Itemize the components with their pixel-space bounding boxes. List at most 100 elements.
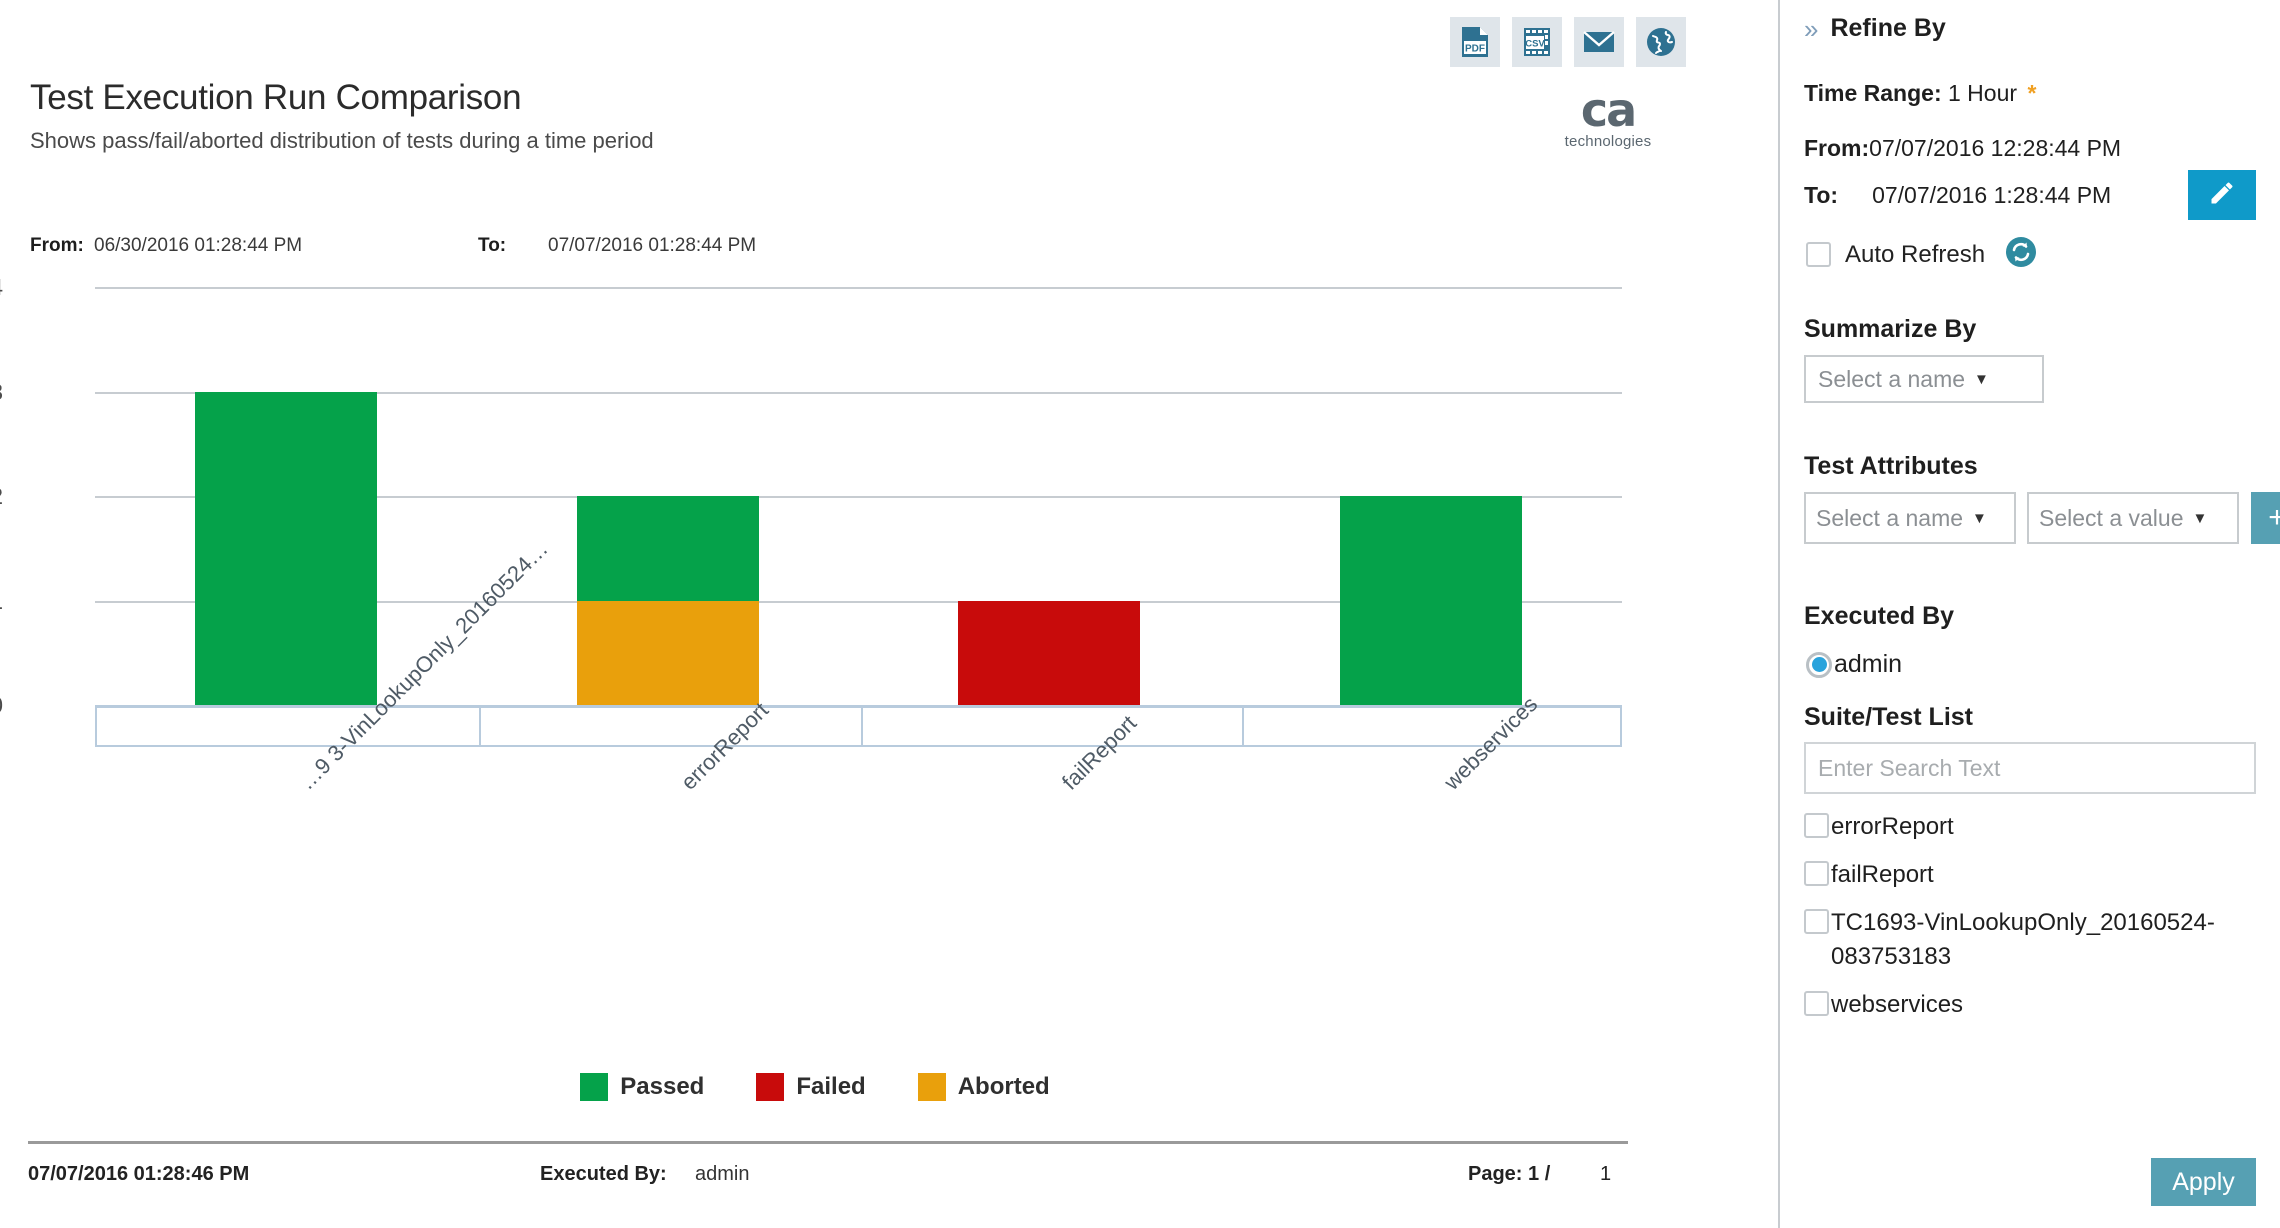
test-attributes-label: Test Attributes bbox=[1804, 452, 1978, 480]
time-range-label: Time Range: bbox=[1804, 80, 1942, 106]
suite-list-item[interactable]: webservices bbox=[1804, 988, 2264, 1022]
executed-by-value: admin bbox=[1834, 650, 1903, 678]
suite-item-checkbox[interactable] bbox=[1804, 861, 1829, 886]
chart-bar-segment-passed[interactable] bbox=[1340, 496, 1523, 705]
chevron-down-icon: ▼ bbox=[1974, 370, 1989, 388]
legend-item: Failed bbox=[756, 1073, 866, 1101]
chart-bar-segment-aborted[interactable] bbox=[576, 600, 759, 705]
legend-label: Aborted bbox=[957, 1073, 1050, 1100]
chart-y-tick-label: 1 bbox=[0, 588, 3, 615]
suite-test-list: errorReport failReport TC1693-VinLookupOnl… bbox=[1804, 810, 2264, 1036]
export-pdf-button[interactable]: PDF bbox=[1450, 17, 1500, 67]
legend-label: Failed bbox=[796, 1073, 866, 1100]
chart-y-tick-label: 4 bbox=[0, 274, 3, 301]
svg-text:PDF: PDF bbox=[1465, 44, 1485, 55]
legend-swatch bbox=[756, 1073, 785, 1101]
page-subtitle: Shows pass/fail/aborted distribution of … bbox=[30, 128, 654, 153]
footer-timestamp: 07/07/2016 01:28:46 PM bbox=[28, 1163, 250, 1185]
footer-page-label: Page: 1 / bbox=[1468, 1163, 1551, 1185]
bar-chart: 01234 …9 3-VinLookupOnly_20160524…errorR… bbox=[0, 272, 1700, 1072]
refine-by-header[interactable]: » Refine By bbox=[1804, 14, 1946, 43]
executed-by-option[interactable]: admin bbox=[1806, 650, 1902, 679]
chevron-double-right-icon[interactable]: » bbox=[1804, 16, 1818, 42]
export-toolbar: PDF CSV bbox=[1450, 17, 1686, 67]
test-attribute-value-select[interactable]: Select a value ▼ bbox=[2027, 492, 2239, 544]
sidebar-to-row: To: 07/07/2016 1:28:44 PM bbox=[1804, 182, 2111, 209]
chart-x-separator bbox=[860, 708, 863, 745]
chart-x-axis bbox=[95, 705, 1622, 747]
range-to-label: To: bbox=[478, 235, 507, 256]
chart-bar[interactable] bbox=[194, 391, 377, 705]
time-range-value: 1 Hour bbox=[1948, 80, 2018, 106]
footer-page-total: 1 bbox=[1600, 1163, 1612, 1185]
auto-refresh-row: Auto Refresh bbox=[1806, 236, 2037, 273]
executed-by-radio[interactable] bbox=[1806, 651, 1832, 678]
chart-y-tick-label: 3 bbox=[0, 379, 3, 406]
chart-bar[interactable] bbox=[958, 600, 1141, 705]
chart-legend: Passed Failed Aborted bbox=[0, 1073, 1630, 1101]
suite-list-item[interactable]: TC1693-VinLookupOnly_20160524-083753183 bbox=[1804, 906, 2264, 974]
legend-item: Passed bbox=[580, 1073, 704, 1101]
export-csv-button[interactable]: CSV bbox=[1512, 17, 1562, 67]
chart-x-separator bbox=[1242, 708, 1245, 745]
ca-logo-subtitle: technologies bbox=[1564, 133, 1652, 150]
suite-list-item[interactable]: errorReport bbox=[1804, 810, 2264, 844]
legend-item: Aborted bbox=[917, 1073, 1050, 1101]
svg-text:CSV: CSV bbox=[1525, 39, 1545, 50]
chart-y-tick-label: 0 bbox=[0, 692, 3, 719]
test-attribute-name-value: Select a name bbox=[1816, 504, 1964, 531]
suite-item-checkbox[interactable] bbox=[1804, 909, 1829, 934]
ca-technologies-logo: ca technologies bbox=[1548, 83, 1668, 150]
chart-plot-area: 0 1 2 3 4 bbox=[0, 274, 1622, 718]
suite-item-label: failReport bbox=[1831, 861, 1934, 888]
ca-logo-mark: ca bbox=[1580, 83, 1637, 137]
suite-item-label: TC1693-VinLookupOnly_20160524-083753183 bbox=[1831, 909, 2215, 970]
chart-x-separator bbox=[478, 708, 481, 745]
footer-divider bbox=[28, 1141, 1628, 1144]
suite-item-checkbox[interactable] bbox=[1804, 991, 1829, 1016]
refresh-icon[interactable] bbox=[2005, 236, 2037, 273]
summarize-by-label: Summarize By bbox=[1804, 315, 1977, 343]
sidebar-from-row: From:07/07/2016 12:28:44 PM bbox=[1804, 135, 2121, 162]
chart-bar[interactable] bbox=[576, 496, 759, 705]
suite-list-item[interactable]: failReport bbox=[1804, 858, 2264, 892]
chevron-down-icon: ▼ bbox=[1972, 509, 1987, 527]
report-date-range: From: 06/30/2016 01:28:44 PM To: 07/07/2… bbox=[30, 235, 1330, 261]
chart-bar-segment-passed[interactable] bbox=[576, 496, 759, 601]
footer-executed-by-label: Executed By: bbox=[540, 1163, 667, 1185]
legend-swatch bbox=[580, 1073, 609, 1101]
suite-test-list-label: Suite/Test List bbox=[1804, 703, 1974, 731]
chart-bar-segment-passed[interactable] bbox=[194, 391, 377, 705]
summarize-by-value: Select a name bbox=[1818, 365, 1966, 392]
sidebar-to-value: 07/07/2016 1:28:44 PM bbox=[1872, 182, 2112, 208]
refine-by-title: Refine By bbox=[1830, 14, 1946, 42]
sidebar-from-label: From: bbox=[1804, 135, 1870, 161]
plus-icon: + bbox=[2268, 501, 2280, 534]
test-attribute-value-value: Select a value bbox=[2039, 504, 2184, 531]
time-range-row: Time Range: 1 Hour * bbox=[1804, 80, 2036, 107]
test-attribute-name-select[interactable]: Select a name ▼ bbox=[1804, 492, 2016, 544]
summarize-by-select[interactable]: Select a name ▼ bbox=[1804, 355, 2044, 403]
chart-bar-segment-failed[interactable] bbox=[958, 600, 1141, 705]
legend-swatch bbox=[917, 1073, 946, 1101]
footer-executed-by-value: admin bbox=[695, 1163, 750, 1185]
suite-test-search-input[interactable] bbox=[1804, 742, 2256, 794]
apply-button-label: Apply bbox=[2172, 1167, 2235, 1196]
edit-time-range-button[interactable] bbox=[2188, 170, 2256, 220]
chart-gridline bbox=[95, 287, 1622, 289]
suite-item-checkbox[interactable] bbox=[1804, 813, 1829, 838]
email-button[interactable] bbox=[1574, 17, 1624, 67]
web-globe-button[interactable] bbox=[1636, 17, 1686, 67]
pencil-icon bbox=[2208, 179, 2236, 212]
apply-button[interactable]: Apply bbox=[2151, 1158, 2256, 1206]
chart-bar[interactable] bbox=[1340, 496, 1523, 705]
report-page: PDF CSV ca technologies Test Execution R… bbox=[0, 0, 2280, 1228]
sidebar-from-value: 07/07/2016 12:28:44 PM bbox=[1869, 135, 2122, 161]
chevron-down-icon: ▼ bbox=[2192, 509, 2208, 527]
add-test-attribute-button[interactable]: + bbox=[2251, 492, 2280, 544]
auto-refresh-checkbox[interactable] bbox=[1806, 242, 1831, 267]
page-title: Test Execution Run Comparison bbox=[30, 78, 522, 117]
auto-refresh-label: Auto Refresh bbox=[1845, 240, 1986, 268]
required-star-icon: * bbox=[2027, 80, 2037, 106]
legend-label: Passed bbox=[620, 1073, 705, 1100]
